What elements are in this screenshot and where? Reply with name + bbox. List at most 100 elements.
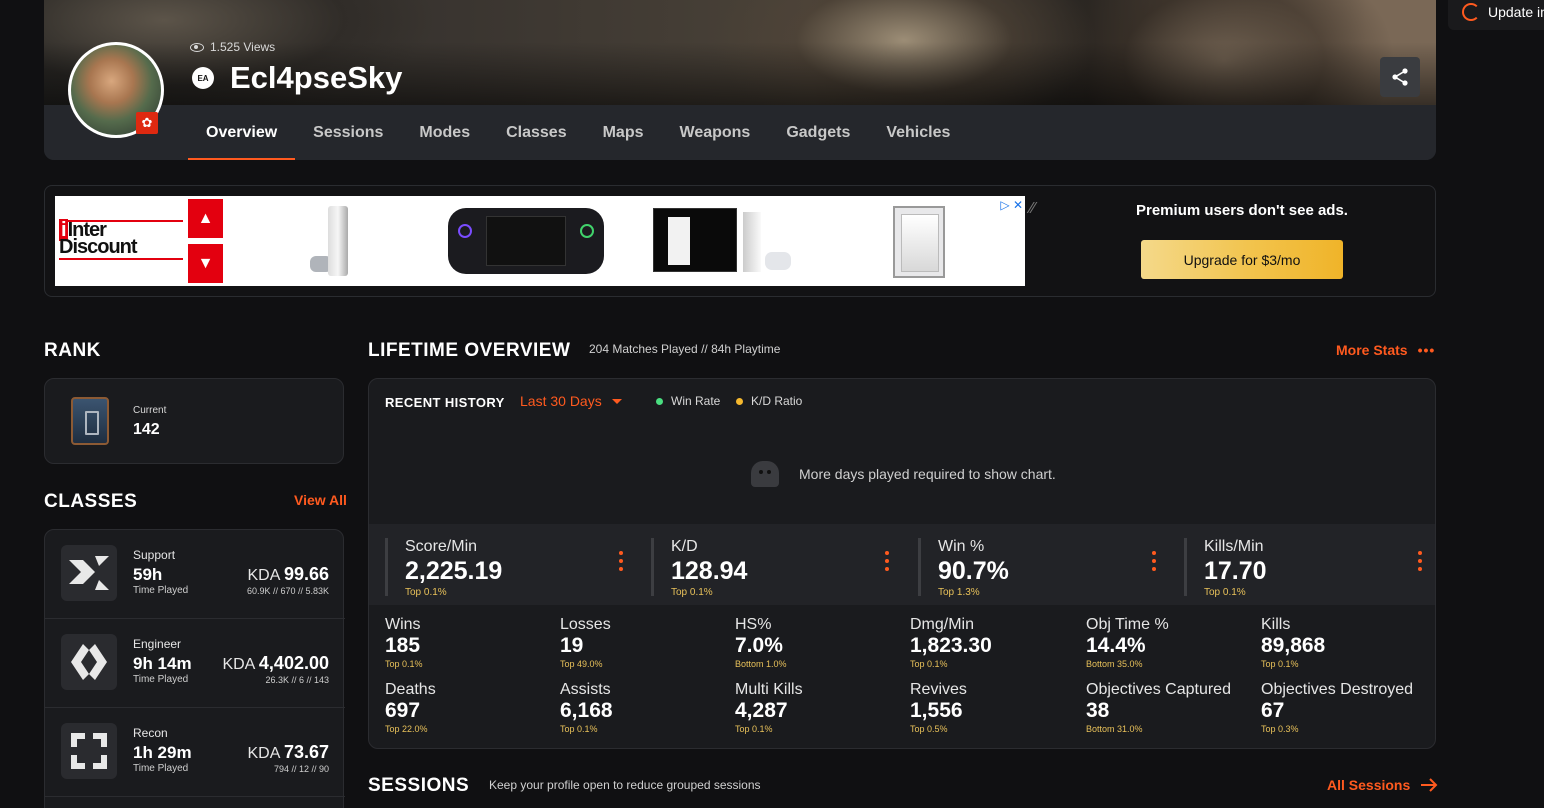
hong-kong-flag-icon: ✿ xyxy=(136,112,158,134)
recon-class-icon xyxy=(61,723,117,779)
arrow-down-icon[interactable]: ▼ xyxy=(188,244,223,283)
tab-weapons[interactable]: Weapons xyxy=(662,105,769,160)
class-kda-detail: 794 // 12 // 90 xyxy=(273,764,329,774)
class-kda-detail: 60.9K // 670 // 5.83K xyxy=(246,586,329,596)
all-sessions-link[interactable]: All Sessions xyxy=(1327,777,1438,793)
tab-overview[interactable]: Overview xyxy=(188,105,296,160)
stat-revives[interactable]: Revives 1,556 Top 0.5% xyxy=(910,681,1080,734)
premium-message: Premium users don't see ads. xyxy=(1136,202,1348,219)
legend-dot xyxy=(736,397,743,405)
class-time-label: Time Played xyxy=(133,763,189,774)
stat-kd[interactable]: K/D 128.94 Top 0.1% xyxy=(651,538,901,598)
legend-kd-ratio[interactable]: K/D Ratio xyxy=(736,394,802,408)
ghost-icon xyxy=(751,461,779,487)
class-name: Support xyxy=(133,548,176,562)
class-kda: KDA 4,402.00 xyxy=(222,653,329,673)
tab-vehicles[interactable]: Vehicles xyxy=(868,105,968,160)
stat-options-icon[interactable] xyxy=(1152,551,1156,571)
range-dropdown[interactable]: Last 30 Days xyxy=(520,393,622,409)
stat-objectives-destroyed[interactable]: Objectives Destroyed 67 Top 0.3% xyxy=(1261,681,1431,734)
ad-mark-icon: ⁄⁄ xyxy=(1030,200,1036,217)
stat-options-icon[interactable] xyxy=(1418,551,1422,571)
more-stats-link[interactable]: More Stats ••• xyxy=(1336,342,1435,358)
stat-options-icon[interactable] xyxy=(885,551,889,571)
stat-losses[interactable]: Losses 19 Top 49.0% xyxy=(560,616,730,669)
legend-dot xyxy=(656,397,663,405)
stat-wins[interactable]: Wins 185 Top 0.1% xyxy=(385,616,555,669)
all-sessions-label: All Sessions xyxy=(1327,777,1411,793)
ps5-console-image xyxy=(310,204,364,278)
rank-current-label: Current xyxy=(133,405,167,416)
engineer-class-icon xyxy=(61,634,117,690)
profile-tabs: Overview Sessions Modes Classes Maps Wea… xyxy=(188,105,968,160)
handheld-console-image xyxy=(448,208,604,274)
username: Ecl4pseSky xyxy=(230,60,403,95)
stat-multi-kills[interactable]: Multi Kills 4,287 Top 0.1% xyxy=(735,681,905,734)
stat-score-per-min[interactable]: Score/Min 2,225.19 Top 0.1% xyxy=(385,538,635,598)
share-button[interactable] xyxy=(1380,57,1420,97)
more-dots-icon: ••• xyxy=(1417,342,1436,358)
class-row-support[interactable]: Support 59h Time Played KDA 99.66 60.9K … xyxy=(45,530,345,619)
tab-classes[interactable]: Classes xyxy=(488,105,585,160)
arrow-up-icon[interactable]: ▲ xyxy=(188,199,223,238)
recent-history-title: RECENT HISTORY xyxy=(385,395,505,410)
key-stats-strip: Score/Min 2,225.19 Top 0.1% K/D 128.94 T… xyxy=(369,524,1435,605)
upgrade-button[interactable]: Upgrade for $3/mo xyxy=(1141,240,1343,279)
stat-deaths[interactable]: Deaths 697 Top 22.0% xyxy=(385,681,555,734)
interdiscount-logo: i Inter Discount xyxy=(59,219,138,258)
class-time: 59h xyxy=(133,565,163,584)
class-name: Engineer xyxy=(133,637,182,651)
no-chart-message: More days played required to show chart. xyxy=(751,461,1056,487)
tab-modes[interactable]: Modes xyxy=(401,105,488,160)
stat-win-percent[interactable]: Win % 90.7% Top 1.3% xyxy=(918,538,1168,598)
view-count: 1.525 Views xyxy=(190,40,275,54)
stat-options-icon[interactable] xyxy=(619,551,623,571)
class-kda: KDA 99.66 xyxy=(247,564,329,584)
stat-kills[interactable]: Kills 89,868 Top 0.1% xyxy=(1261,616,1431,669)
lifetime-title: LIFETIME OVERVIEW xyxy=(368,340,571,361)
update-label: Update in xyxy=(1488,4,1544,20)
ad-carousel-arrows[interactable]: ▲ ▼ xyxy=(188,199,223,283)
update-notification[interactable]: Update in xyxy=(1448,0,1544,30)
class-kda-detail: 26.3K // 6 // 143 xyxy=(265,675,329,685)
class-name: Recon xyxy=(133,726,168,740)
sessions-title: SESSIONS xyxy=(368,775,470,796)
range-label: Last 30 Days xyxy=(520,393,602,409)
lifetime-overview-card: RECENT HISTORY Last 30 Days Win Rate K/D… xyxy=(368,378,1436,749)
tab-sessions[interactable]: Sessions xyxy=(295,105,401,160)
share-icon xyxy=(1392,68,1408,86)
rank-card[interactable]: Current 142 xyxy=(44,378,344,464)
lifetime-subtitle: 204 Matches Played // 84h Playtime xyxy=(589,342,781,356)
tab-gadgets[interactable]: Gadgets xyxy=(768,105,868,160)
eye-icon xyxy=(190,42,204,52)
advertisement-banner[interactable]: i Inter Discount ▲ ▼ ▷ ✕ xyxy=(55,196,1025,286)
adchoices-icon[interactable]: ▷ ✕ xyxy=(1000,198,1023,212)
stat-dmg-per-min[interactable]: Dmg/Min 1,823.30 Top 0.1% xyxy=(910,616,1080,669)
legend-win-rate[interactable]: Win Rate xyxy=(656,394,720,408)
support-class-icon xyxy=(61,545,117,601)
stat-assists[interactable]: Assists 6,168 Top 0.1% xyxy=(560,681,730,734)
stat-objectives-captured[interactable]: Objectives Captured 38 Bottom 31.0% xyxy=(1086,681,1256,734)
class-row-recon[interactable]: Recon 1h 29m Time Played KDA 73.67 794 /… xyxy=(45,708,345,797)
pc-case-image xyxy=(893,206,945,278)
ps5-bundle-image xyxy=(653,208,803,274)
stat-kills-per-min[interactable]: Kills/Min 17.70 Top 0.1% xyxy=(1184,538,1434,598)
rank-current-value: 142 xyxy=(133,421,160,438)
class-row-engineer[interactable]: Engineer 9h 14m Time Played KDA 4,402.00… xyxy=(45,619,345,708)
tab-maps[interactable]: Maps xyxy=(585,105,662,160)
username-row: EA Ecl4pseSky xyxy=(192,60,402,96)
stat-hs-percent[interactable]: HS% 7.0% Bottom 1.0% xyxy=(735,616,905,669)
sessions-subtitle: Keep your profile open to reduce grouped… xyxy=(489,778,761,792)
ea-platform-icon: EA xyxy=(192,67,214,89)
class-kda: KDA 73.67 xyxy=(247,742,329,762)
rank-title: RANK xyxy=(44,340,101,361)
view-all-classes-link[interactable]: View All xyxy=(294,492,347,508)
classes-title: CLASSES xyxy=(44,491,138,512)
views-label: 1.525 Views xyxy=(210,40,276,54)
chevron-down-icon xyxy=(611,398,622,404)
update-icon xyxy=(1462,3,1480,21)
stat-obj-time[interactable]: Obj Time % 14.4% Bottom 35.0% xyxy=(1086,616,1256,669)
class-time: 1h 29m xyxy=(133,743,192,762)
arrow-right-icon xyxy=(1421,778,1438,792)
class-time-label: Time Played xyxy=(133,585,189,596)
